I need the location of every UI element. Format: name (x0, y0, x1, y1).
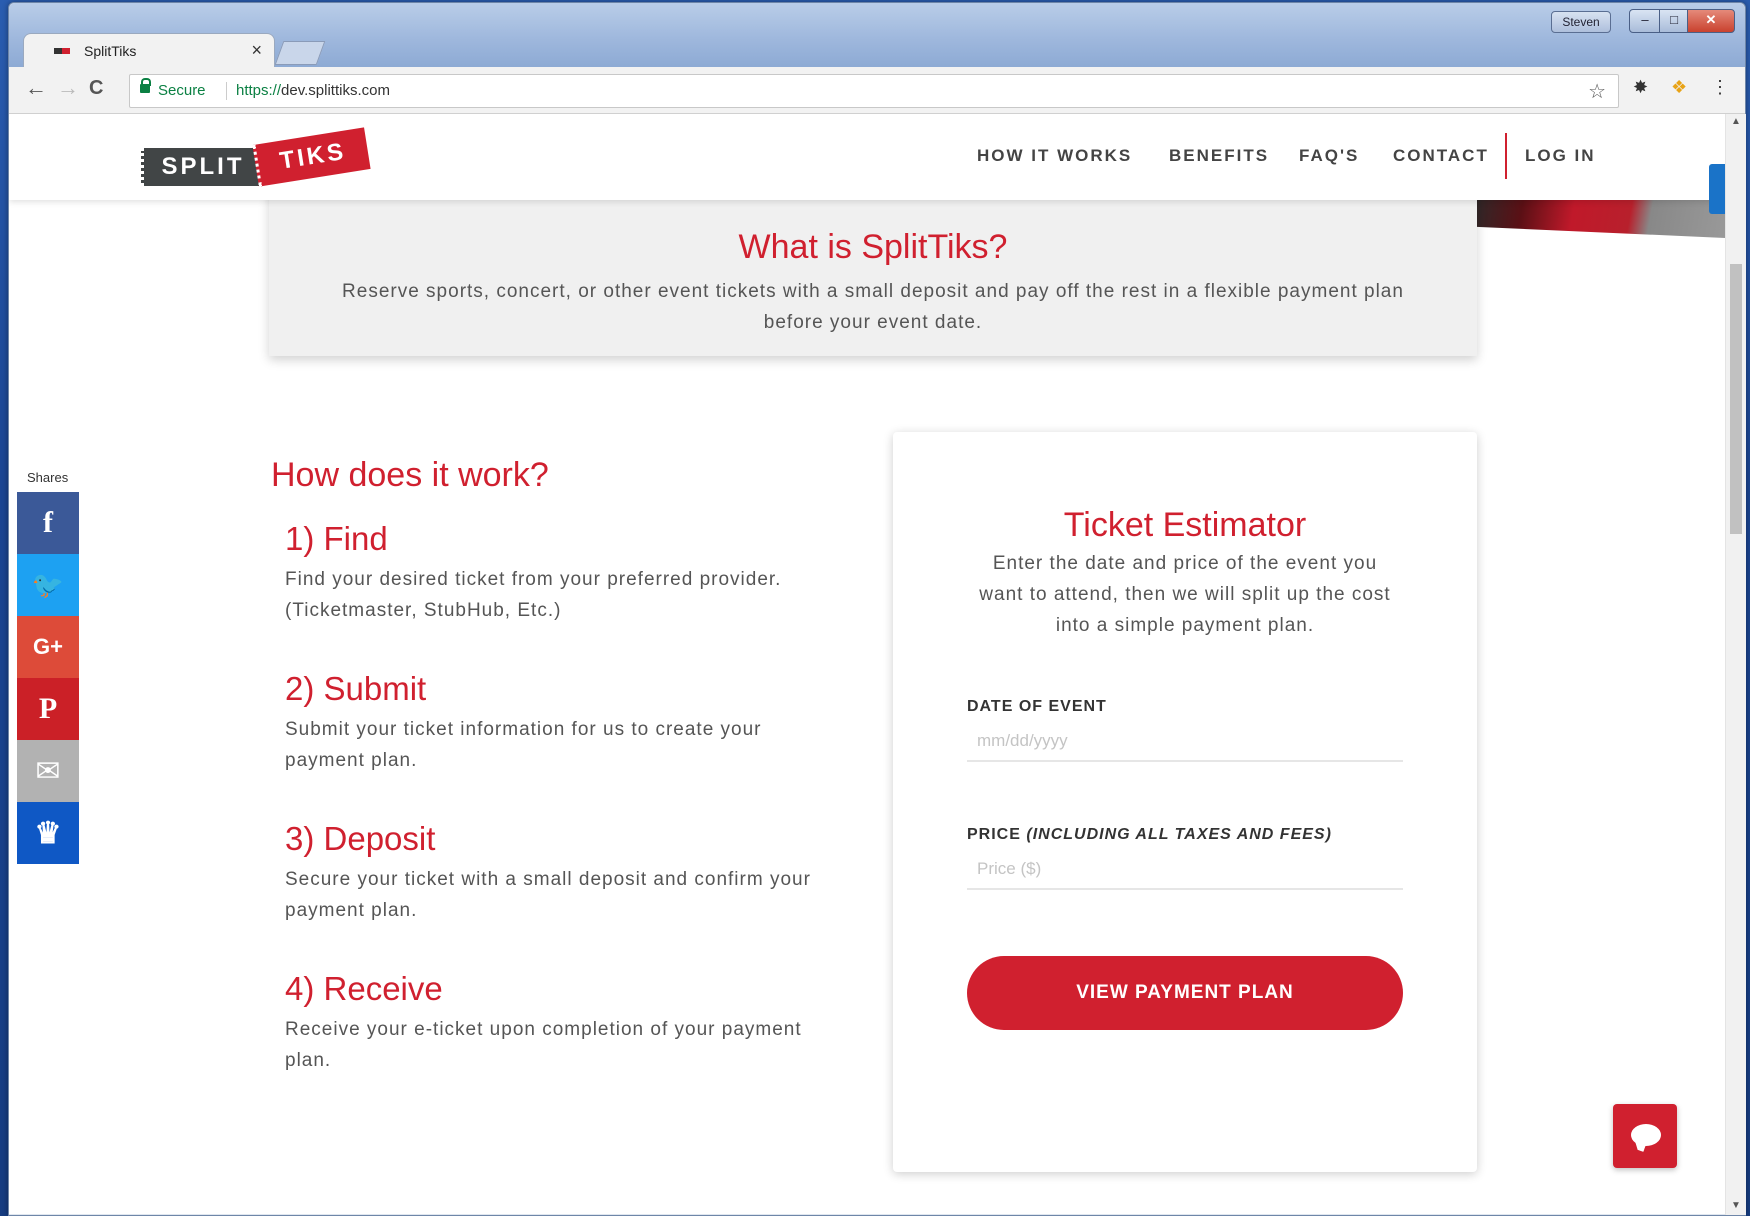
step-title: 2) Submit (285, 670, 427, 707)
view-payment-plan-button[interactable]: VIEW PAYMENT PLAN (967, 956, 1403, 1030)
chat-button[interactable] (1613, 1104, 1677, 1168)
browser-window: SplitTiks × Steven – □ ✕ ← → C Secure ht… (8, 2, 1746, 1216)
email-share-icon[interactable]: ✉ (17, 740, 79, 802)
nav-divider (1505, 133, 1507, 179)
price-label: PRICE (INCLUDING ALL TAXES AND FEES) (967, 826, 1332, 844)
site-header: SPLIT TIKS HOW IT WORKS BENEFITS FAQ'S C… (9, 114, 1725, 200)
lock-icon (140, 78, 151, 93)
twitter-share-icon[interactable]: 🐦 (17, 554, 79, 616)
sumo-crown-icon[interactable]: ♛ (17, 802, 79, 864)
tab-close-icon[interactable]: × (251, 40, 262, 61)
what-is-description: Reserve sports, concert, or other event … (342, 281, 1404, 333)
tab-title: SplitTiks (84, 43, 137, 59)
scroll-down-icon[interactable]: ▼ (1731, 1200, 1741, 1211)
what-is-title: What is SplitTiks? (738, 228, 1008, 266)
hero-edge-accent (1709, 164, 1725, 214)
step-description: Find your desired ticket from your prefe… (285, 569, 782, 621)
step-title: 1) Find (285, 520, 388, 557)
extension-icon[interactable]: ❖ (1671, 77, 1687, 98)
estimator-title: Ticket Estimator (1063, 506, 1307, 544)
address-bar[interactable]: Secure https://dev.splittiks.com ☆ (129, 74, 1619, 108)
date-of-event-label: DATE OF EVENT (967, 698, 1107, 715)
omnibox-divider (226, 82, 227, 100)
close-window-button[interactable]: ✕ (1687, 9, 1735, 33)
forward-arrow-icon[interactable]: → (57, 75, 79, 101)
url-host: dev.splittiks.com (281, 82, 390, 99)
shares-label: Shares (27, 470, 69, 485)
secure-label: Secure (158, 82, 206, 99)
step-description: Receive your e-ticket upon completion of… (285, 1019, 802, 1071)
nav-login[interactable]: LOG IN (1525, 146, 1596, 166)
step-title: 4) Receive (285, 970, 443, 1007)
ticket-estimator-card: Ticket Estimator Enter the date and pric… (893, 432, 1477, 1172)
estimator-description: Enter the date and price of the event yo… (979, 553, 1391, 636)
how-it-works-heading: How does it work? (271, 456, 549, 494)
browser-toolbar: ← → C Secure https://dev.splittiks.com ☆… (9, 67, 1745, 114)
title-bar: SplitTiks × Steven – □ ✕ (9, 3, 1745, 70)
step-description: Secure your ticket with a small deposit … (285, 869, 811, 921)
minimize-button[interactable]: – (1629, 9, 1661, 33)
bookmark-star-icon[interactable]: ☆ (1588, 79, 1606, 104)
price-label-note: (INCLUDING ALL TAXES AND FEES) (1026, 826, 1332, 843)
logo-split-text: SPLIT (141, 148, 262, 186)
page-scrollbar[interactable]: ▲ ▼ (1725, 114, 1746, 1215)
nav-contact[interactable]: CONTACT (1393, 146, 1489, 166)
step-description: Submit your ticket information for us to… (285, 719, 762, 771)
page-viewport: SPLIT TIKS HOW IT WORKS BENEFITS FAQ'S C… (9, 114, 1725, 1214)
scroll-up-icon[interactable]: ▲ (1731, 116, 1741, 127)
logo-tiks-text: TIKS (252, 127, 371, 187)
scrollbar-thumb[interactable] (1730, 264, 1742, 534)
nav-faqs[interactable]: FAQ'S (1299, 146, 1359, 166)
back-arrow-icon[interactable]: ← (25, 75, 47, 101)
browser-menu-icon[interactable]: ⋮ (1711, 77, 1729, 98)
nav-how-it-works[interactable]: HOW IT WORKS (977, 146, 1132, 166)
step-title: 3) Deposit (285, 820, 436, 857)
googleplus-share-icon[interactable]: G+ (17, 616, 79, 678)
maximize-button[interactable]: □ (1659, 9, 1689, 33)
splittiks-favicon-icon (54, 48, 70, 54)
browser-tab[interactable]: SplitTiks × (23, 33, 275, 70)
facebook-share-icon[interactable]: f (17, 492, 79, 554)
url-protocol: https:// (236, 82, 282, 99)
nav-benefits[interactable]: BENEFITS (1169, 146, 1269, 166)
extension-gear-icon[interactable]: ✸ (1633, 77, 1648, 98)
date-of-event-input[interactable] (967, 722, 1403, 762)
pinterest-share-icon[interactable]: P (17, 678, 79, 740)
price-label-text: PRICE (967, 826, 1021, 843)
profile-button[interactable]: Steven (1551, 11, 1611, 33)
splittiks-logo[interactable]: SPLIT TIKS (141, 127, 371, 194)
new-tab-button[interactable] (274, 41, 326, 65)
hero-image-strip (1471, 200, 1725, 238)
url-text[interactable]: https://dev.splittiks.com (236, 82, 390, 99)
price-input[interactable] (967, 850, 1403, 890)
reload-icon[interactable]: C (89, 77, 103, 100)
